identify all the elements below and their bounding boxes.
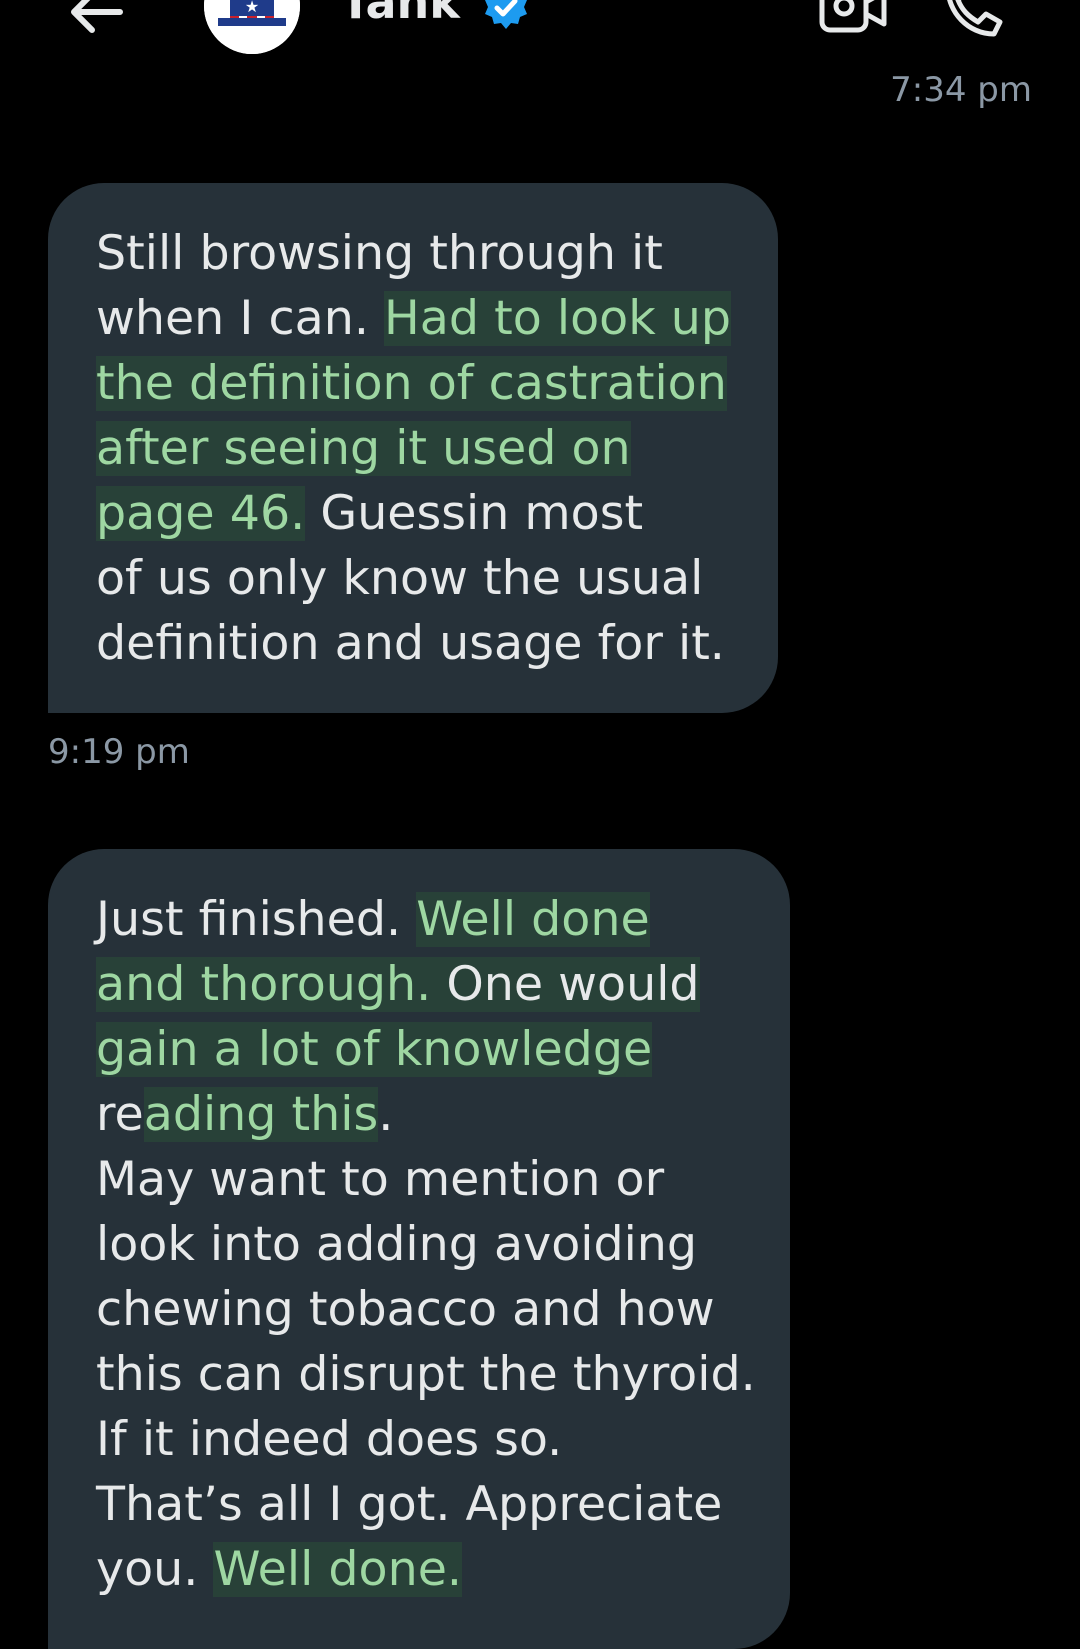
- uncle-sam-hat-avatar: ★: [204, 0, 300, 54]
- message-line: the definition of castration: [96, 351, 758, 416]
- verified-badge: [482, 0, 530, 32]
- highlighted-text: gain a lot of knowledge: [96, 1022, 653, 1077]
- highlighted-text: Had to look up: [384, 291, 732, 346]
- message-line: gain a lot of knowledge: [96, 1017, 770, 1082]
- message-line: page 46. Guessin most: [96, 486, 644, 541]
- arrow-left-icon: [71, 0, 123, 33]
- message-line: Just finished. Well done: [96, 892, 650, 947]
- video-camera-icon: [819, 0, 887, 33]
- message-line: If it indeed does so.: [96, 1412, 563, 1467]
- highlighted-text: Well done.: [213, 1542, 463, 1597]
- message-line: Still browsing through it: [96, 226, 663, 281]
- contact-avatar[interactable]: ★: [204, 0, 300, 54]
- message-line: you. Well done.: [96, 1542, 463, 1597]
- contact-name[interactable]: Tank: [340, 0, 460, 30]
- voice-call-button[interactable]: [940, 0, 1004, 40]
- message-line: and thorough. One would: [96, 957, 700, 1012]
- highlighted-text: ading this: [143, 1087, 379, 1142]
- message-timestamp: 9:19 pm: [48, 732, 190, 772]
- phone-icon: [947, 0, 1003, 37]
- previous-message-timestamp: 7:34 pm: [890, 70, 1032, 110]
- chat-header: ★ Tank: [0, 0, 1080, 70]
- message-line: of us only know the usual: [96, 551, 704, 606]
- verified-badge-icon: [485, 0, 527, 29]
- message-line: chewing tobacco and how: [96, 1282, 715, 1337]
- highlighted-text: and thorough.: [96, 957, 432, 1012]
- message-line: May want to mention or: [96, 1152, 665, 1207]
- video-call-button[interactable]: [818, 0, 888, 36]
- highlighted-text: after seeing it used on: [96, 421, 631, 476]
- highlighted-text: Well done: [416, 892, 650, 947]
- highlighted-text: the definition of castration: [96, 356, 727, 411]
- message-line: after seeing it used on: [96, 416, 758, 481]
- back-button[interactable]: [66, 0, 126, 36]
- message-line: look into adding avoiding: [96, 1217, 698, 1272]
- message-line: reading this.: [96, 1087, 394, 1142]
- message-bubble[interactable]: Still browsing through it when I can. Ha…: [48, 183, 778, 713]
- message-bubble[interactable]: Just finished. Well done and thorough. O…: [48, 849, 790, 1649]
- message-line: definition and usage for it.: [96, 616, 725, 671]
- highlighted-text: page 46.: [96, 486, 306, 541]
- message-line: this can disrupt the thyroid.: [96, 1347, 756, 1402]
- svg-text:★: ★: [245, 0, 259, 16]
- message-line: when I can. Had to look up: [96, 291, 732, 346]
- message-line: That’s all I got. Appreciate: [96, 1477, 723, 1532]
